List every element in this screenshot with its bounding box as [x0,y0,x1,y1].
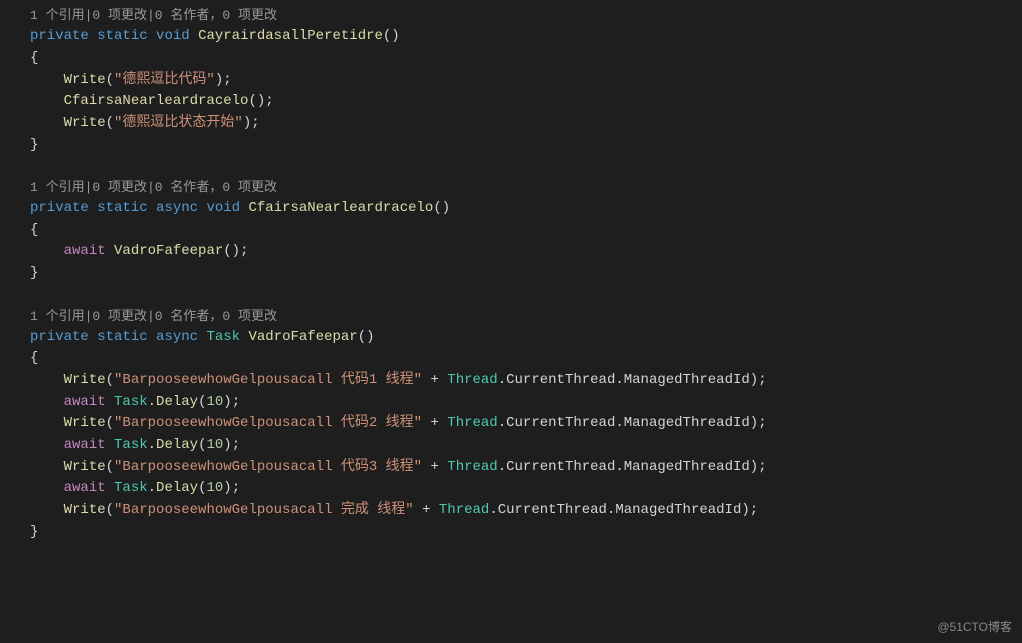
method-signature-1: private static void CayrairdasallPeretid… [10,26,1022,48]
code-line: Write("BarpooseewhowGelpousacall 代码1 线程"… [10,370,1022,392]
method-signature-2: private static async void CfairsaNearlea… [10,198,1022,220]
codelens-3[interactable]: 1 个引用|0 项更改|0 名作者，0 项更改 [10,307,1022,327]
watermark: @51CTO博客 [937,618,1012,637]
code-line: await Task.Delay(10); [10,392,1022,414]
code-line: Write("德熙逗比代码"); [10,70,1022,92]
code-line: Write("BarpooseewhowGelpousacall 代码2 线程"… [10,413,1022,435]
code-line: await Task.Delay(10); [10,478,1022,500]
close-brace: } [10,135,1022,157]
open-brace: { [10,48,1022,70]
code-line: CfairsaNearleardracelo(); [10,91,1022,113]
blank-line [10,156,1022,178]
code-line: Write("BarpooseewhowGelpousacall 代码3 线程"… [10,457,1022,479]
open-brace: { [10,348,1022,370]
code-line: Write("BarpooseewhowGelpousacall 完成 线程" … [10,500,1022,522]
blank-line [10,285,1022,307]
method-signature-3: private static async Task VadroFafeepar(… [10,327,1022,349]
close-brace: } [10,263,1022,285]
codelens-2[interactable]: 1 个引用|0 项更改|0 名作者，0 项更改 [10,178,1022,198]
code-line: await VadroFafeepar(); [10,241,1022,263]
close-brace: } [10,522,1022,544]
open-brace: { [10,220,1022,242]
code-line: await Task.Delay(10); [10,435,1022,457]
code-editor[interactable]: 1 个引用|0 项更改|0 名作者，0 项更改 private static v… [10,6,1022,544]
codelens-1[interactable]: 1 个引用|0 项更改|0 名作者，0 项更改 [10,6,1022,26]
code-line: Write("德熙逗比状态开始"); [10,113,1022,135]
